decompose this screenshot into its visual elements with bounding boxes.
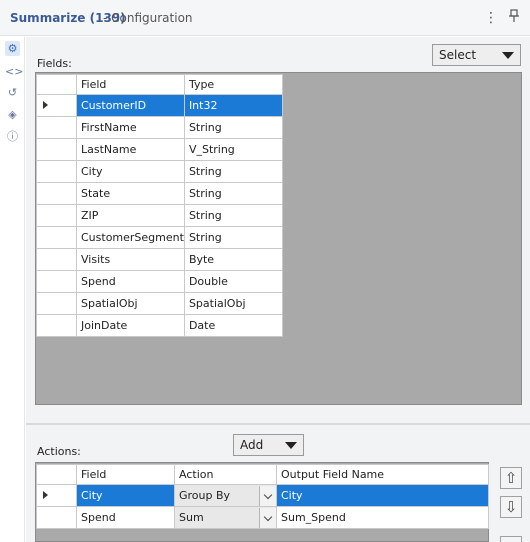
- table-row[interactable]: State String: [36, 182, 283, 205]
- table-row[interactable]: City Group By City: [36, 484, 489, 507]
- output-field-cell[interactable]: Sum_Spend: [276, 506, 489, 529]
- field-cell[interactable]: CustomerSegment: [76, 226, 185, 249]
- left-icon-bar: ⚙ <> ↺ ◈ ⓘ: [0, 37, 25, 542]
- gear-icon[interactable]: ⚙: [5, 41, 20, 56]
- table-row[interactable]: Spend Sum Sum_Spend: [36, 506, 489, 529]
- type-cell[interactable]: Double: [183, 270, 283, 293]
- field-cell[interactable]: ZIP: [76, 204, 185, 227]
- action-combo[interactable]: Sum: [174, 506, 277, 529]
- row-selector[interactable]: [36, 506, 77, 529]
- table-row[interactable]: Visits Byte: [36, 248, 283, 271]
- arrow-down-icon[interactable]: ⇩: [500, 496, 522, 518]
- action-field-cell[interactable]: City: [76, 484, 175, 507]
- row-selector[interactable]: [36, 226, 77, 249]
- actions-label: Actions:: [37, 445, 81, 458]
- row-indicator-icon: [43, 101, 48, 109]
- column-header-type[interactable]: Type: [183, 74, 283, 95]
- actions-table-header: Field Action Output Field Name: [36, 464, 489, 485]
- arrows-icon[interactable]: ↺: [5, 85, 20, 100]
- action-field-cell[interactable]: Spend: [76, 506, 175, 529]
- type-cell[interactable]: SpatialObj: [183, 292, 283, 315]
- code-icon[interactable]: <>: [5, 64, 23, 79]
- type-cell[interactable]: Int32: [183, 94, 283, 117]
- column-header-action[interactable]: Action: [174, 464, 277, 485]
- select-dropdown-label: Select: [439, 48, 477, 62]
- table-row[interactable]: Spend Double: [36, 270, 283, 293]
- row-header-corner: [36, 464, 77, 485]
- row-selector[interactable]: [36, 116, 77, 139]
- row-selector[interactable]: [36, 270, 77, 293]
- chevron-down-icon: [502, 52, 514, 59]
- field-cell[interactable]: CustomerID: [76, 94, 185, 117]
- column-header-output-field-name[interactable]: Output Field Name: [276, 464, 489, 485]
- output-field-cell[interactable]: City: [276, 484, 489, 507]
- field-cell[interactable]: City: [76, 160, 185, 183]
- row-header-corner: [36, 74, 77, 95]
- row-selector[interactable]: [36, 138, 77, 161]
- type-cell[interactable]: String: [183, 116, 283, 139]
- type-cell[interactable]: Byte: [183, 248, 283, 271]
- type-cell[interactable]: String: [183, 204, 283, 227]
- field-cell[interactable]: LastName: [76, 138, 185, 161]
- action-combo-value: Sum: [179, 510, 204, 524]
- help-icon[interactable]: ⓘ: [5, 129, 20, 144]
- table-row[interactable]: LastName V_String: [36, 138, 283, 161]
- field-cell[interactable]: Spend: [76, 270, 185, 293]
- table-row[interactable]: FirstName String: [36, 116, 283, 139]
- row-selector[interactable]: [36, 292, 77, 315]
- table-row[interactable]: ZIP String: [36, 204, 283, 227]
- select-dropdown[interactable]: Select: [432, 44, 521, 66]
- type-cell[interactable]: V_String: [183, 138, 283, 161]
- arrow-up-icon[interactable]: ⇧: [500, 467, 522, 489]
- type-cell[interactable]: Date: [183, 314, 283, 337]
- fields-table-header: Field Type: [36, 74, 283, 95]
- table-row[interactable]: City String: [36, 160, 283, 183]
- fields-label: Fields:: [37, 57, 72, 70]
- actions-table: Field Action Output Field Name City Grou…: [36, 464, 489, 529]
- type-cell[interactable]: String: [183, 160, 283, 183]
- row-selector[interactable]: [36, 94, 77, 117]
- field-cell[interactable]: State: [76, 182, 185, 205]
- tag-icon[interactable]: ◈: [5, 107, 20, 122]
- field-cell[interactable]: SpatialObj: [76, 292, 185, 315]
- field-cell[interactable]: FirstName: [76, 116, 185, 139]
- row-indicator-icon: [43, 491, 48, 499]
- row-selector[interactable]: [36, 204, 77, 227]
- row-selector[interactable]: [36, 484, 77, 507]
- add-dropdown[interactable]: Add: [233, 434, 304, 456]
- chevron-down-icon[interactable]: [259, 507, 276, 528]
- row-selector[interactable]: [36, 314, 77, 337]
- extra-action-button[interactable]: [500, 536, 522, 542]
- table-row[interactable]: CustomerID Int32: [36, 94, 283, 117]
- row-selector[interactable]: [36, 182, 77, 205]
- field-cell[interactable]: JoinDate: [76, 314, 185, 337]
- add-dropdown-label: Add: [240, 438, 264, 452]
- action-combo-value: Group By: [179, 488, 231, 502]
- title-bar: Summarize (139) - Configuration ⋮: [0, 0, 530, 36]
- table-row[interactable]: CustomerSegment String: [36, 226, 283, 249]
- pin-icon[interactable]: [506, 9, 522, 27]
- chevron-down-icon: [285, 442, 297, 449]
- table-row[interactable]: SpatialObj SpatialObj: [36, 292, 283, 315]
- field-cell[interactable]: Visits: [76, 248, 185, 271]
- action-combo[interactable]: Group By: [174, 484, 277, 507]
- fields-table: Field Type CustomerID Int32 FirstName St…: [36, 74, 283, 337]
- type-cell[interactable]: String: [183, 182, 283, 205]
- type-cell[interactable]: String: [183, 226, 283, 249]
- table-row[interactable]: JoinDate Date: [36, 314, 283, 337]
- kebab-menu-icon[interactable]: ⋮: [484, 9, 498, 27]
- action-combo-box[interactable]: Sum: [175, 507, 276, 528]
- column-header-field[interactable]: Field: [76, 74, 185, 95]
- column-header-field[interactable]: Field: [76, 464, 175, 485]
- row-selector[interactable]: [36, 160, 77, 183]
- row-selector[interactable]: [36, 248, 77, 271]
- action-combo-box[interactable]: Group By: [175, 485, 276, 506]
- window-subtitle: - Configuration: [103, 11, 193, 25]
- chevron-down-icon[interactable]: [259, 485, 276, 506]
